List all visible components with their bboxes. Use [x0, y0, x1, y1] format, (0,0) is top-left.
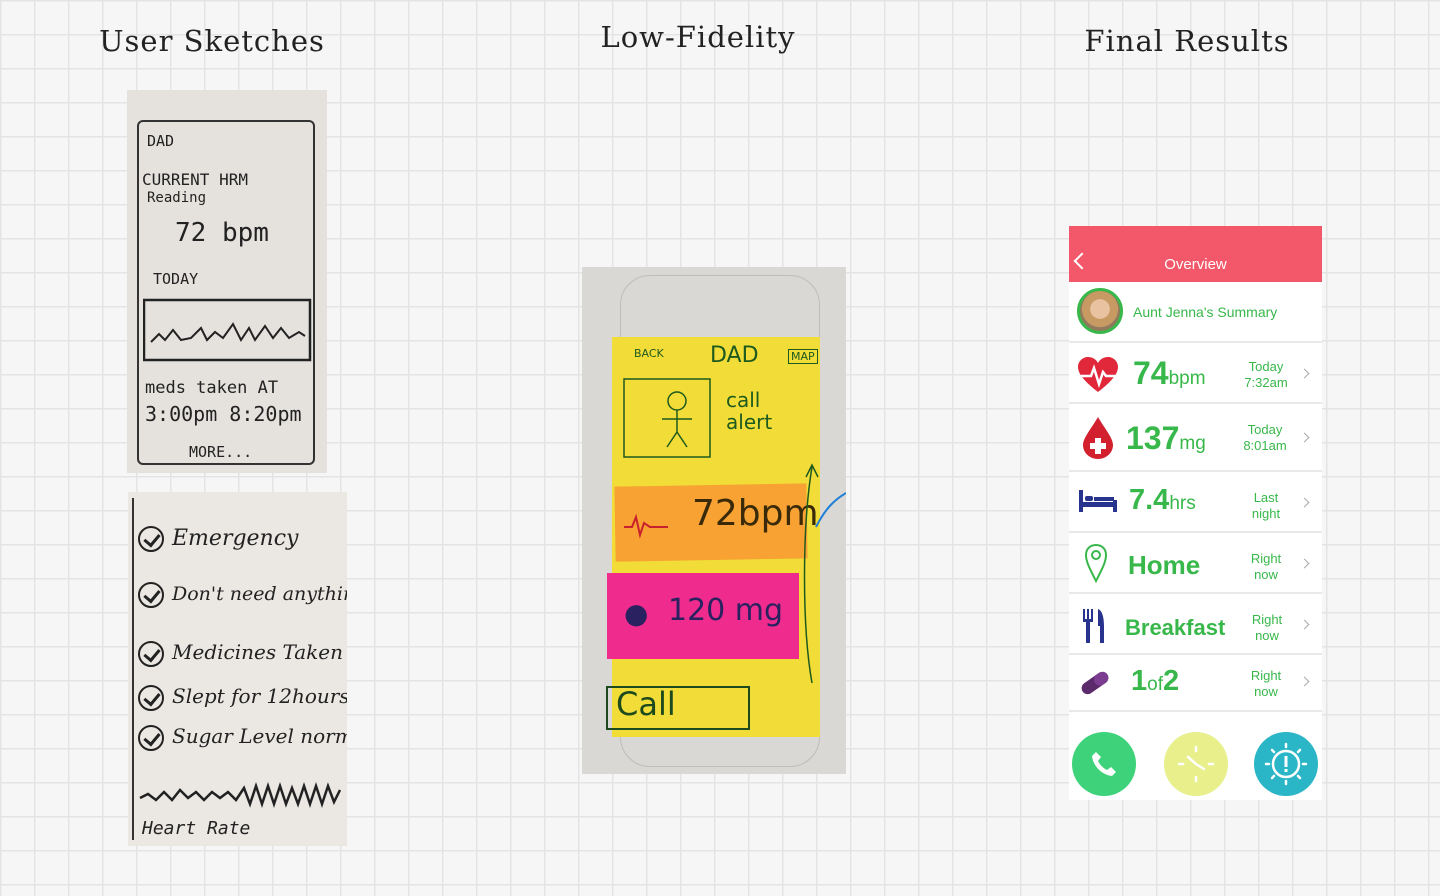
heart-rate-time: Today 7:32am: [1244, 359, 1288, 390]
blood-sugar-time: Today 8:01am: [1243, 422, 1287, 453]
lofi-sugar: 120 mg: [668, 593, 784, 628]
clock-button[interactable]: [1164, 732, 1228, 796]
alert-icon: [1264, 742, 1308, 786]
list-item-sleep[interactable]: 7.4hrs Last night: [1069, 472, 1322, 533]
chevron-right-icon: [1299, 432, 1310, 443]
summary-row: Aunt Jenna's Summary: [1069, 282, 1322, 343]
sketch-text: Heart Rate: [142, 818, 251, 839]
sketch-text: MORE...: [189, 443, 253, 461]
sketch-dad-summary: DAD CURRENT HRM Reading 72 bpm TODAY med…: [127, 90, 327, 473]
clock-icon: [1177, 745, 1215, 783]
lofi-call-alert-label: call alert: [726, 388, 773, 434]
sketch-checklist: Emergency Don't need anything Medicines …: [128, 492, 347, 846]
heart-rate-icon: [1078, 357, 1118, 392]
list-item-medication[interactable]: 1of2 Right now: [1069, 655, 1322, 712]
sketch-text: DAD: [147, 132, 175, 150]
phone-icon: [1092, 752, 1116, 776]
sketch-text: 3:00pm 8:20pm: [145, 402, 302, 426]
meal-time: Right now: [1251, 612, 1283, 643]
lofi-name-label: DAD: [710, 343, 759, 368]
lofi-arrow-sketch: [803, 463, 846, 684]
chevron-right-icon: [1299, 558, 1310, 569]
pill-icon: [1081, 671, 1109, 695]
lofi-call-label: Call: [616, 685, 676, 723]
location-value: Home: [1128, 550, 1201, 580]
sketch-text: TODAY: [153, 270, 199, 288]
sketch-check-item: Slept for 12hours: [138, 684, 347, 711]
lofi-map-label: MAP: [788, 349, 818, 364]
fork-knife-icon: [1083, 609, 1104, 643]
sketch-check-item: Sugar Level normal: [138, 724, 347, 751]
medication-time: Right now: [1250, 668, 1282, 699]
sketch-check-item: Medicines Taken: [138, 640, 343, 667]
avatar: [1077, 288, 1123, 334]
meal-value: Breakfast: [1125, 615, 1226, 640]
chevron-right-icon: [1299, 619, 1310, 630]
sketch-heart-graph: [143, 298, 312, 362]
medication-value: 1of2: [1131, 665, 1180, 697]
list-item-blood-sugar[interactable]: 137mg Today 8:01am: [1069, 404, 1322, 472]
sketch-frame-edge: [132, 498, 134, 840]
sketch-text: meds taken AT: [145, 378, 279, 398]
sketch-check-item: Don't need anything: [138, 582, 347, 608]
blood-sugar-value: 137mg: [1126, 420, 1206, 456]
list-item-meal[interactable]: Breakfast Right now: [1069, 594, 1322, 655]
list-item-location[interactable]: Home Right now: [1069, 533, 1322, 594]
location-time: Right now: [1250, 551, 1282, 582]
header-title: Overview: [1164, 256, 1227, 273]
summary-title: Aunt Jenna's Summary: [1133, 304, 1278, 320]
alert-button[interactable]: [1254, 732, 1318, 796]
sketch-text: 72 bpm: [175, 218, 269, 248]
sketch-text: Reading: [147, 190, 207, 206]
column-title-lofi: Low-Fidelity: [600, 20, 796, 54]
app-header: Overview: [1069, 226, 1322, 282]
list-item-heart-rate[interactable]: 74bpm Today 7:32am: [1069, 343, 1322, 404]
chevron-right-icon: [1299, 676, 1310, 687]
final-app-screen: Overview Aunt Jenna's Summary 74bpm Toda…: [1069, 226, 1322, 800]
sleep-value: 7.4hrs: [1129, 484, 1196, 516]
call-button[interactable]: [1072, 732, 1136, 796]
lofi-avatar-sketch: [623, 378, 711, 458]
sketch-heart-graph: [139, 782, 342, 808]
blood-drop-icon: [1083, 417, 1113, 459]
chevron-right-icon: [1299, 368, 1310, 379]
chevron-right-icon: [1299, 497, 1310, 508]
column-title-sketches: User Sketches: [99, 24, 325, 58]
lofi-prototype: BACK DAD MAP call alert 72bpm ● 120 mg C…: [582, 267, 846, 774]
lofi-drop-icon: ●: [624, 597, 649, 630]
bed-icon: [1079, 490, 1117, 512]
sketch-text: CURRENT HRM: [142, 170, 248, 189]
heart-rate-value: 74bpm: [1133, 355, 1206, 391]
lofi-back-label: BACK: [634, 347, 664, 360]
location-pin-icon: [1084, 543, 1108, 583]
sketch-check-item: Emergency: [138, 526, 298, 552]
column-title-final: Final Results: [1084, 24, 1290, 58]
lofi-heart-wave-icon: [624, 513, 668, 539]
sleep-time: Last night: [1251, 490, 1281, 521]
